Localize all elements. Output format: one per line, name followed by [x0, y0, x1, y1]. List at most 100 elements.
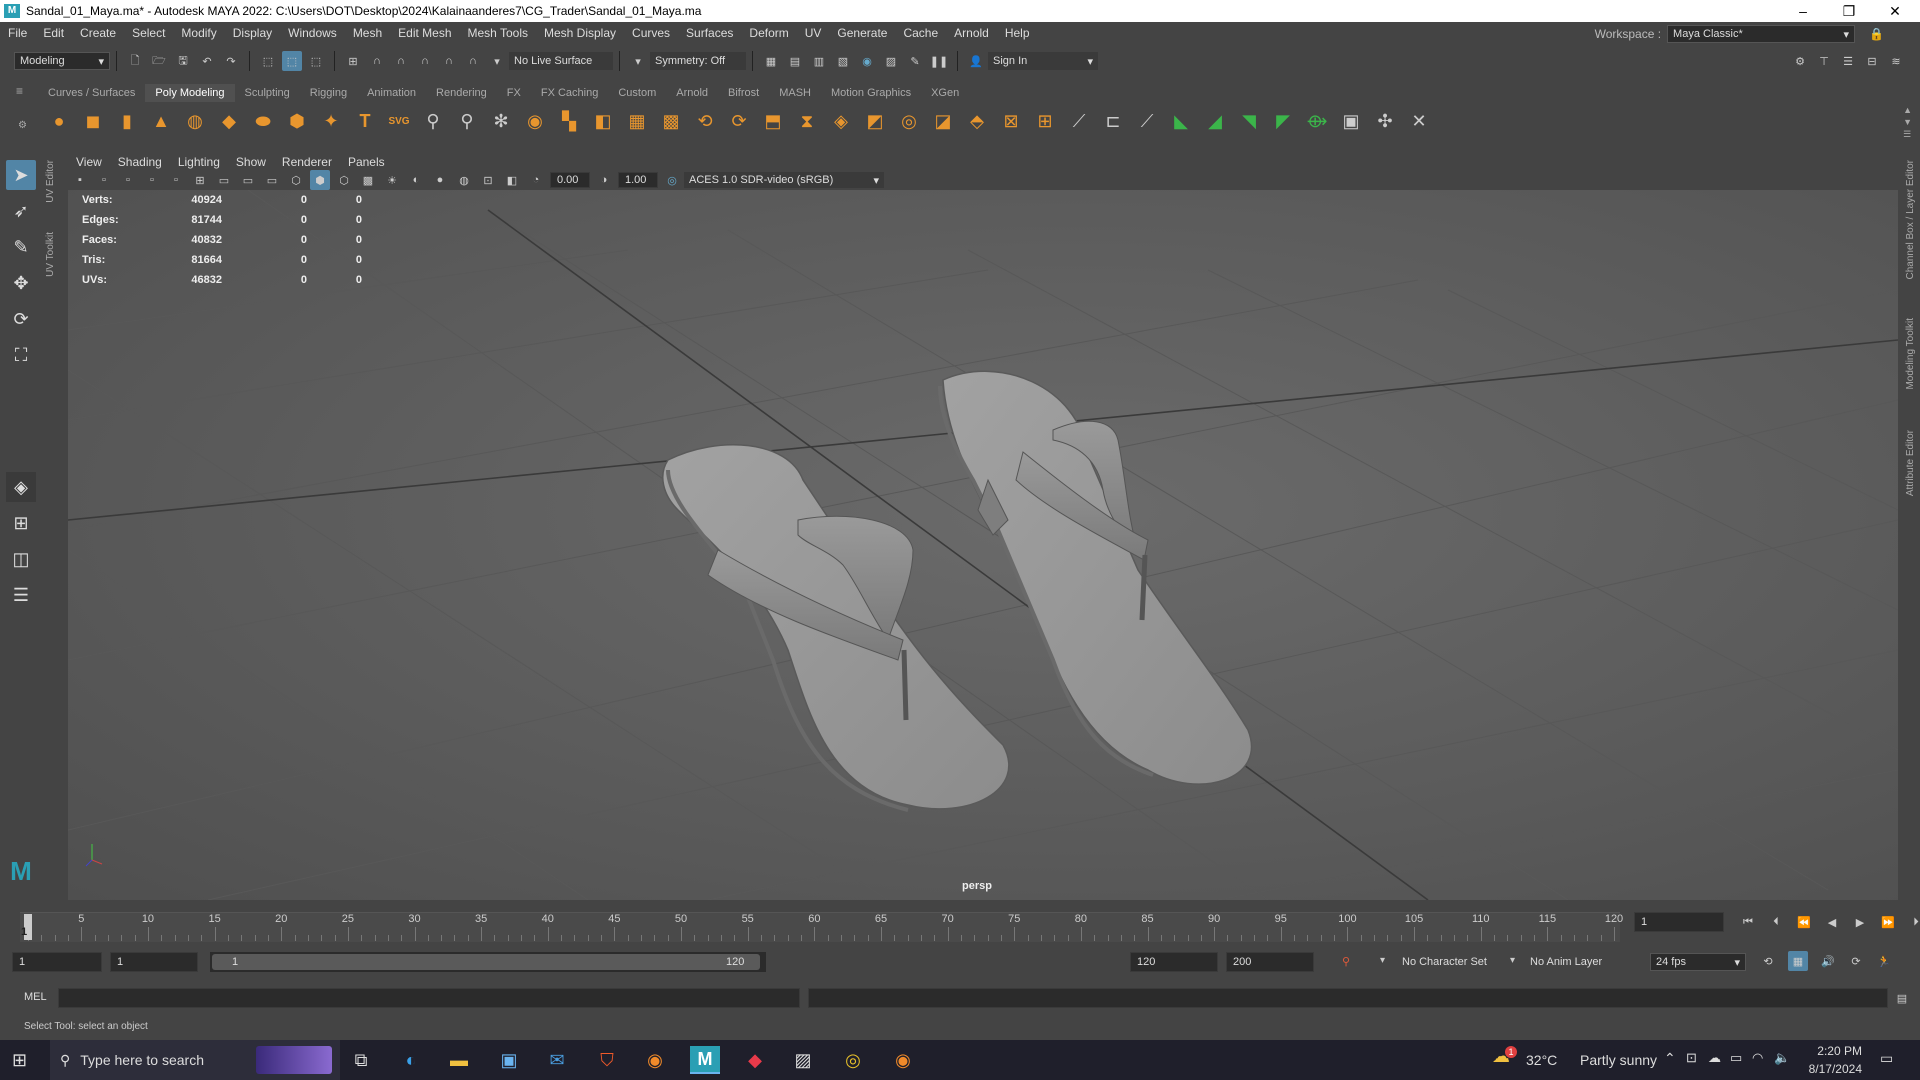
gate-icon[interactable]: ▫	[166, 170, 186, 190]
safe-action-icon[interactable]: ▭	[262, 170, 282, 190]
shelf-tab-sculpting[interactable]: Sculpting	[235, 84, 300, 102]
pause-icon[interactable]: ❚❚	[929, 51, 949, 71]
modeling-toolkit-icon[interactable]: ⚙	[1790, 51, 1810, 71]
menu-windows[interactable]: Windows	[280, 26, 345, 40]
select-component-icon[interactable]: ⬚	[306, 51, 326, 71]
menu-modify[interactable]: Modify	[173, 26, 224, 40]
menu-curves[interactable]: Curves	[624, 26, 678, 40]
app-red-icon[interactable]: ◆	[740, 1046, 770, 1074]
snap-grid-icon[interactable]: ⊞	[343, 51, 363, 71]
outliner-layout-icon[interactable]: ☰	[6, 580, 36, 610]
lock-icon[interactable]: 🔒	[1869, 27, 1884, 41]
bevel-icon[interactable]: ◈	[826, 106, 856, 136]
perspective-viewport[interactable]	[68, 190, 1898, 900]
rotate-tool-icon[interactable]: ⟳	[6, 304, 36, 334]
wireframe-icon[interactable]: ⬡	[286, 170, 306, 190]
uv-layout-icon[interactable]: ▣	[1336, 106, 1366, 136]
shelf-menu-icon[interactable]: ≡	[16, 84, 23, 98]
combine-icon[interactable]: ◉	[520, 106, 550, 136]
menu-help[interactable]: Help	[997, 26, 1038, 40]
menu-file[interactable]: File	[0, 26, 35, 40]
merge-icon[interactable]: ◪	[928, 106, 958, 136]
chrome-browser-icon[interactable]: ◎	[838, 1046, 868, 1074]
step-forward-key-icon[interactable]: ⏩	[1878, 912, 1898, 932]
ipr-render-icon[interactable]: ▥	[809, 51, 829, 71]
antialias-icon[interactable]: ◍	[454, 170, 474, 190]
time-slider[interactable]: 5 10 15 20 25 30 35 40 45 50 55 60 65 70 75 80 85 90 95 100…	[20, 912, 1623, 942]
chevron-up-icon[interactable]: ⌃	[1664, 1050, 1676, 1067]
poly-type-icon[interactable]: T	[350, 106, 380, 136]
uv-editor-tab[interactable]: UV Editor	[45, 160, 56, 203]
chevron-down-icon[interactable]: ▾	[628, 51, 648, 71]
exposure-field[interactable]: 0.00	[550, 172, 590, 188]
poly-plane-icon[interactable]: ◆	[214, 106, 244, 136]
sound-icon[interactable]: 🔊	[1818, 951, 1838, 971]
view-transform-dropdown[interactable]: ACES 1.0 SDR-video (sRGB) ▾	[684, 172, 884, 188]
script-language-label[interactable]: MEL	[24, 991, 47, 1003]
command-input[interactable]	[58, 988, 800, 1008]
uv-cylindrical-icon[interactable]: ◢	[1200, 106, 1230, 136]
wireframe-on-shaded-icon[interactable]: ⬡	[334, 170, 354, 190]
battery-icon[interactable]: ▭	[1730, 1050, 1742, 1066]
render-view-icon[interactable]: ▦	[761, 51, 781, 71]
channel-box-icon[interactable]: ⊟	[1862, 51, 1882, 71]
offset-edge-loop-icon[interactable]: ⟋	[1132, 106, 1162, 136]
paint-select-tool-icon[interactable]: ✎	[6, 232, 36, 262]
xray-icon[interactable]: ◧	[502, 170, 522, 190]
viewport-menu-panels[interactable]: Panels	[340, 155, 393, 169]
film-gate-icon[interactable]: ▭	[214, 170, 234, 190]
chevron-down-icon[interactable]: ▾	[1380, 955, 1385, 966]
snap-live-icon[interactable]: ∩	[463, 51, 483, 71]
triangulate-icon[interactable]: ⊠	[996, 106, 1026, 136]
uv-unfold-icon[interactable]: ✣	[1370, 106, 1400, 136]
shelf-settings-icon[interactable]: ⚙	[18, 120, 27, 131]
anim-layer-label[interactable]: No Anim Layer	[1530, 956, 1602, 968]
shelf-tab-mash[interactable]: MASH	[769, 84, 821, 102]
clock-date[interactable]: 8/17/2024	[1800, 1062, 1862, 1076]
poly-sphere-icon[interactable]: ●	[44, 106, 74, 136]
playback-end-field[interactable]: 120	[1130, 952, 1218, 972]
menu-edit[interactable]: Edit	[35, 26, 72, 40]
uv-planar-icon[interactable]: ◣	[1166, 106, 1196, 136]
snap-icon[interactable]: ⚲	[452, 106, 482, 136]
meet-now-icon[interactable]: ⊡	[1686, 1050, 1697, 1066]
minimize-icon[interactable]: –	[1780, 0, 1826, 22]
weather-text[interactable]: Partly sunny	[1580, 1052, 1657, 1068]
restore-icon[interactable]: ❐	[1826, 0, 1872, 22]
shelf-tab-motion-graphics[interactable]: Motion Graphics	[821, 84, 921, 102]
step-forward-icon[interactable]: ⏵	[1906, 912, 1920, 932]
shelf-tab-poly-modeling[interactable]: Poly Modeling	[145, 84, 235, 102]
remesh-icon[interactable]: ⟲	[690, 106, 720, 136]
workspace-dropdown[interactable]: Maya Classic* ▾	[1667, 25, 1856, 43]
volume-icon[interactable]: 🔈	[1774, 1050, 1790, 1066]
live-surface-icon[interactable]: ▾	[487, 51, 507, 71]
retopo-icon[interactable]: ⟳	[724, 106, 754, 136]
attribute-editor-icon[interactable]: ⊤	[1814, 51, 1834, 71]
arnold-render-icon[interactable]: ✎	[905, 51, 925, 71]
close-icon[interactable]: ✕	[1872, 0, 1918, 22]
uv-cut-sew-icon[interactable]: ⟴	[1302, 106, 1332, 136]
four-view-layout-icon[interactable]: ⊞	[6, 508, 36, 538]
bookmark-icon[interactable]: ▫	[118, 170, 138, 190]
poly-torus-icon[interactable]: ◍	[180, 106, 210, 136]
shelf-tab-xgen[interactable]: XGen	[921, 84, 969, 102]
menu-uv[interactable]: UV	[797, 26, 830, 40]
attribute-editor-tab[interactable]: Attribute Editor	[1905, 430, 1916, 496]
animation-prefs-icon[interactable]: ⟳	[1846, 951, 1866, 971]
wedge-icon[interactable]: ⬘	[962, 106, 992, 136]
character-run-icon[interactable]: 🏃	[1874, 951, 1894, 971]
weather-temp[interactable]: 32°C	[1526, 1052, 1557, 1068]
step-back-icon[interactable]: ⏴	[1766, 912, 1786, 932]
menu-display[interactable]: Display	[225, 26, 280, 40]
menu-surfaces[interactable]: Surfaces	[678, 26, 741, 40]
two-view-layout-icon[interactable]: ◫	[6, 544, 36, 574]
snap-point-icon[interactable]: ∩	[391, 51, 411, 71]
select-hierarchy-icon[interactable]: ⬚	[258, 51, 278, 71]
smooth-icon[interactable]: ▦	[622, 106, 652, 136]
viewport-menu-view[interactable]: View	[68, 155, 110, 169]
reduce-icon[interactable]: ▩	[656, 106, 686, 136]
sculpt-icon[interactable]: ⚲	[418, 106, 448, 136]
camera-icon[interactable]: ▪	[70, 170, 90, 190]
script-editor-icon[interactable]: ▤	[1892, 988, 1912, 1008]
insert-edge-loop-icon[interactable]: ⊏	[1098, 106, 1128, 136]
